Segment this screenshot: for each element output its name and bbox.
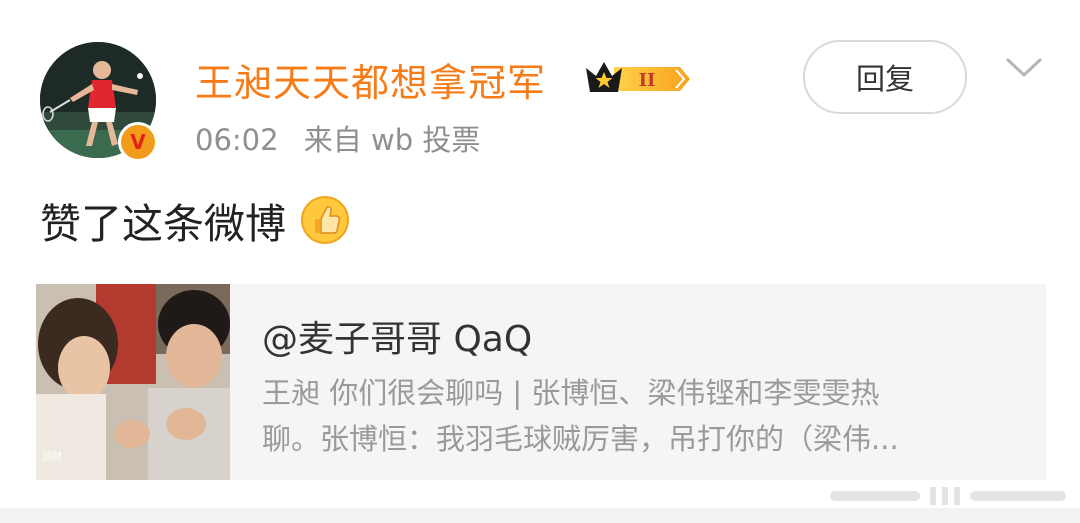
- quoted-post-author[interactable]: @麦子哥哥 QaQ: [262, 310, 532, 362]
- quoted-post-desc-line: 王昶 你们很会聊吗 | 张博恒、梁伟铿和李雯雯热: [262, 376, 880, 410]
- quoted-post-card[interactable]: 回财 @麦子哥哥 QaQ 王昶 你们很会聊吗 | 张博恒、梁伟铿和李雯雯热 聊。…: [36, 284, 1046, 480]
- quoted-post-description: 王昶 你们很会聊吗 | 张博恒、梁伟铿和李雯雯热 聊。张博恒：我羽毛球贼厉害，吊…: [262, 370, 1002, 462]
- weibo-comment-item: V 王昶天天都想拿冠军 II 06:02 来自 wb 投票 回复 赞了这条微博: [0, 0, 1080, 523]
- bottom-divider: [0, 508, 1080, 523]
- thumbs-up-emoji: [301, 196, 349, 244]
- reply-button[interactable]: 回复: [803, 40, 967, 114]
- post-meta: 06:02 来自 wb 投票: [195, 117, 480, 159]
- post-time: 06:02: [195, 123, 279, 157]
- post-text-content: 赞了这条微博: [40, 200, 286, 248]
- vip-level-text: II: [639, 70, 656, 91]
- quoted-post-desc-line: 聊。张博恒：我羽毛球贼厉害，吊打你的（梁伟...: [262, 422, 899, 456]
- thumbnail-caption: 回财: [42, 450, 62, 463]
- thumbnail-image: 回财: [36, 284, 230, 480]
- post-text: 赞了这条微博: [40, 190, 350, 250]
- verified-v-icon: V: [121, 125, 155, 159]
- crown-vip-icon[interactable]: II: [584, 58, 692, 100]
- post-source[interactable]: 来自 wb 投票: [304, 123, 481, 157]
- quoted-post-thumbnail: 回财: [36, 284, 230, 480]
- verified-badge: V: [118, 122, 158, 162]
- username[interactable]: 王昶天天都想拿冠军: [195, 52, 546, 107]
- chevron-down-icon[interactable]: [1004, 55, 1044, 81]
- watermark-decoration: [830, 487, 1066, 505]
